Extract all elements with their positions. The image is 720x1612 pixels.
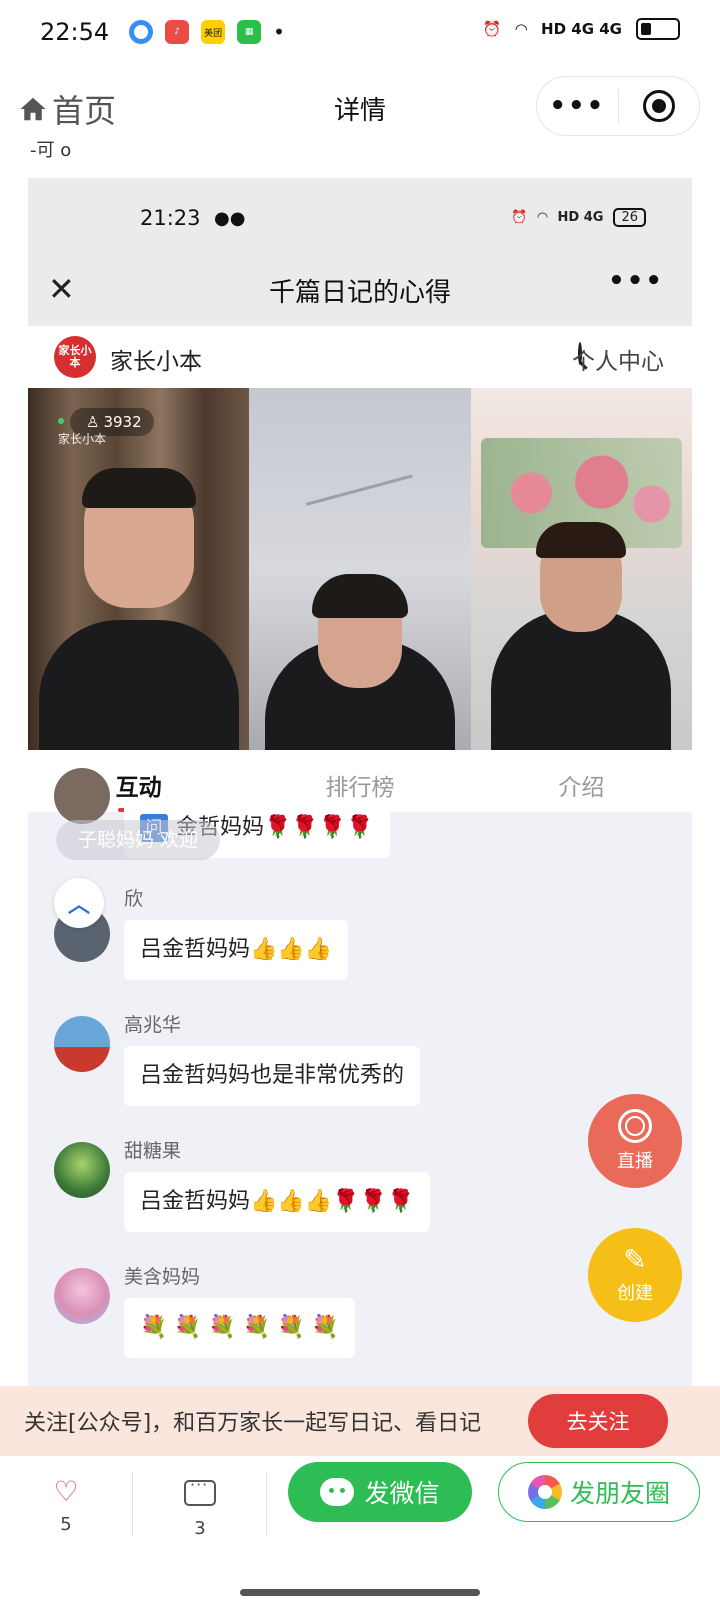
embedded-battery-icon: 26 [613, 208, 646, 227]
person-icon: ♙ [86, 413, 100, 431]
message-bubble: 吕金哲妈妈👍👍👍🌹🌹🌹 [124, 1172, 431, 1232]
comment-icon [184, 1475, 216, 1506]
avatar [54, 768, 110, 824]
chat-list: 问金哲妈妈🌹🌹🌹🌹 子聪妈妈 欢迎 欣 吕金哲妈妈👍👍👍 ︿ 高兆华 吕金哲妈妈… [28, 768, 692, 1388]
meituan-app-icon: 美团 [201, 20, 226, 44]
divider [132, 1472, 133, 1536]
message-bubble: 吕金哲妈妈也是非常优秀的 [124, 1046, 421, 1106]
share-moments-button[interactable]: 发朋友圈 [498, 1462, 700, 1522]
live-status-dot [58, 418, 64, 424]
cropped-text: -可 o [30, 140, 72, 161]
capsule-menu: ••• [536, 76, 700, 136]
network-indicator: HD 4G 4G [541, 20, 622, 38]
embedded-status-time: 21:23 [140, 206, 201, 230]
like-button[interactable]: ♡ 5 [6, 1475, 126, 1536]
target-icon [642, 90, 675, 122]
embedded-page-title: 千篇日记的心得 [268, 278, 451, 308]
bottom-action-bar: ♡ 5 3 发微信 发朋友圈 [0, 1456, 720, 1612]
video-panel-guest-1 [249, 388, 471, 750]
embedded-network-indicator: HD 4G [557, 210, 604, 225]
battery-icon [636, 18, 680, 40]
avatar [54, 1268, 110, 1324]
pen-icon: ✎ [623, 1243, 647, 1276]
capsule-more-button[interactable]: ••• [537, 91, 618, 121]
music-app-icon: ♪ [165, 20, 190, 44]
home-indicator [240, 1589, 480, 1596]
personal-center-link[interactable]: 个人中心 [572, 342, 664, 376]
live-button-label: 直播 [617, 1151, 653, 1172]
message-bubble: 💐 💐 💐 💐 💐 💐 [124, 1298, 356, 1358]
scroll-top-button[interactable]: ︿ [54, 878, 104, 928]
send-wechat-label: 发微信 [364, 1479, 440, 1508]
message-username: 高兆华 [124, 1014, 182, 1036]
video-watermark: 家长小本 [58, 432, 107, 446]
host-hair [81, 468, 196, 508]
embedded-more-button[interactable]: ••• [608, 266, 664, 296]
divider [266, 1472, 267, 1536]
follow-banner-text: 关注[公众号]，和百万家长一起写日记、看日记 [24, 1411, 482, 1436]
brand-name: 家长小本 [110, 349, 202, 375]
create-button[interactable]: ✎ 创建 [588, 1228, 682, 1322]
live-video[interactable]: ♙ 3932 家长小本 [28, 388, 692, 750]
embedded-header: ✕ 千篇日记的心得 ••• [28, 256, 692, 326]
video-panel-host: ♙ 3932 家长小本 [28, 388, 250, 750]
live-viewers-count: 3932 [103, 413, 142, 431]
embedded-status-bar: 21:23 ●● ⏰ ◠ HD 4G 26 [28, 178, 692, 256]
embedded-status-indicators: ⏰ ◠ HD 4G 26 [511, 208, 646, 227]
message-username: 甜糖果 [124, 1140, 182, 1162]
ceiling-fan [306, 474, 423, 542]
live-button[interactable]: 直播 [588, 1094, 682, 1188]
alarm-icon: ⏰ [482, 20, 502, 38]
wifi-icon: ◠ [515, 20, 528, 38]
green-app-icon: ▦ [237, 20, 262, 44]
heart-icon: ♡ [53, 1475, 79, 1508]
video-panel-guest-2 [470, 388, 692, 750]
like-count: 5 [60, 1514, 72, 1535]
moments-icon [527, 1475, 562, 1509]
share-moments-label: 发朋友圈 [569, 1479, 670, 1508]
create-button-label: 创建 [617, 1283, 653, 1304]
guest-1-hair [311, 574, 408, 618]
capsule-close-button[interactable] [619, 90, 700, 122]
brand-logo: 家长小本 [54, 336, 96, 378]
status-bar: 22:54 ♪ 美团 ▦ • ⏰ ◠ HD 4G 4G [0, 0, 720, 64]
message-bubble: 吕金哲妈妈👍👍👍 [124, 920, 349, 980]
embedded-screenshot: 21:23 ●● ⏰ ◠ HD 4G 26 ✕ 千篇日记的心得 ••• 家长小本… [28, 178, 692, 1388]
chevron-up-icon: ︿ [67, 893, 90, 918]
message-username: 美含妈妈 [124, 1266, 201, 1288]
more-notifications-dot: • [273, 20, 285, 44]
nav-bar: 首页 详情 ••• [0, 64, 720, 152]
avatar [54, 1016, 110, 1072]
wechat-notification-icon: ●● [214, 208, 246, 229]
status-indicators: ⏰ ◠ HD 4G 4G [483, 18, 680, 40]
send-wechat-button[interactable]: 发微信 [288, 1462, 472, 1522]
comment-count: 3 [194, 1518, 206, 1539]
welcome-toast: 子聪妈妈 欢迎 [56, 820, 221, 860]
embedded-alarm-icon: ⏰ [511, 210, 528, 225]
comment-button[interactable]: 3 [140, 1475, 260, 1539]
avatar [54, 1142, 110, 1198]
brand-row: 家长小本 家长小本 个人中心 [28, 326, 692, 388]
host-figure [38, 620, 239, 750]
guest-2-hair [536, 522, 627, 558]
live-icon [618, 1109, 652, 1143]
status-app-icons: ♪ 美团 ▦ • [129, 20, 285, 44]
browser-app-icon [129, 20, 154, 44]
wechat-icon [320, 1478, 355, 1506]
message-username: 欣 [124, 888, 144, 910]
status-time: 22:54 [40, 18, 110, 46]
embedded-wifi-icon: ◠ [537, 210, 548, 225]
follow-banner: 关注[公众号]，和百万家长一起写日记、看日记 去关注 [0, 1386, 720, 1456]
follow-button[interactable]: 去关注 [528, 1394, 668, 1448]
